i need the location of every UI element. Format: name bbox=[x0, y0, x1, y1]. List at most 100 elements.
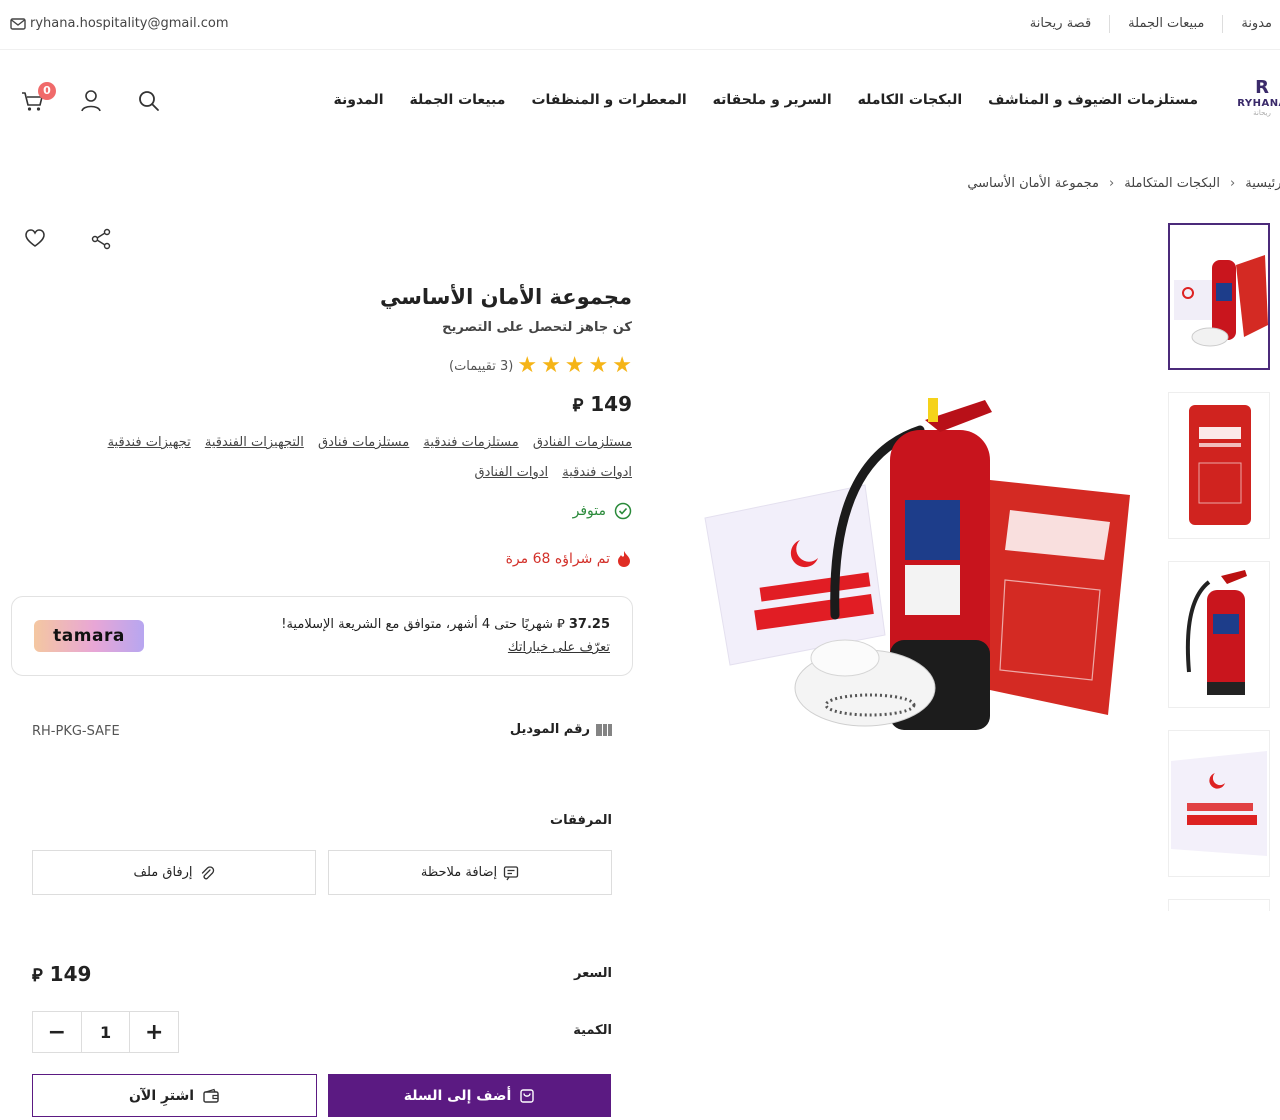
nav-item-blog[interactable]: المدونة bbox=[334, 92, 384, 108]
logo-name: RYHANA bbox=[1237, 98, 1280, 109]
fire-icon bbox=[618, 551, 630, 567]
quantity-row: الكمية − 1 + bbox=[32, 1011, 612, 1053]
nav-item-fresheners[interactable]: المعطرات و المنظفات bbox=[531, 92, 686, 108]
contact-email[interactable]: ryhana.hospitality@gmail.com bbox=[10, 16, 229, 31]
product-title: مجموعة الأمان الأساسي bbox=[380, 285, 632, 309]
purchase-price-value: 149 bbox=[49, 962, 92, 986]
star-icon: ★ bbox=[541, 353, 561, 378]
breadcrumb-packages[interactable]: البكجات المتكاملة bbox=[1124, 176, 1220, 191]
logo-mark: R bbox=[1255, 77, 1269, 98]
note-icon bbox=[504, 865, 519, 880]
nav-item-guest-supplies[interactable]: مستلزمات الضيوف و المناشف bbox=[988, 92, 1198, 108]
tag-link[interactable]: مستلزمات الفنادق bbox=[533, 435, 632, 450]
main-nav: مستلزمات الضيوف و المناشف البكجات الكامل… bbox=[334, 92, 1198, 108]
quantity-value[interactable]: 1 bbox=[82, 1012, 130, 1052]
top-bar: ryhana.hospitality@gmail.com مدونة مبيعا… bbox=[0, 0, 1280, 50]
safety-kit-image bbox=[704, 398, 1130, 730]
buy-now-button[interactable]: اشترِ الآن bbox=[32, 1074, 317, 1117]
search-button[interactable] bbox=[136, 88, 162, 114]
add-to-cart-label: أضف إلى السلة bbox=[403, 1087, 512, 1104]
nav-item-packages[interactable]: البكجات الكامله bbox=[858, 92, 963, 108]
star-icon: ★ bbox=[588, 353, 609, 378]
add-note-button[interactable]: إضافة ملاحظة bbox=[328, 850, 612, 895]
quantity-decrease-button[interactable]: − bbox=[33, 1012, 82, 1052]
tamara-amount: 37.25 bbox=[568, 617, 610, 632]
model-number-value: RH-PKG-SAFE bbox=[32, 724, 120, 739]
cart-button[interactable]: 0 bbox=[20, 82, 56, 114]
barcode-icon bbox=[596, 723, 612, 736]
wishlist-heart-icon[interactable] bbox=[24, 228, 46, 248]
add-to-cart-button[interactable]: أضف إلى السلة bbox=[328, 1074, 611, 1117]
riyal-icon: ⃁ bbox=[557, 617, 565, 632]
star-icon: ★ bbox=[564, 353, 585, 378]
nav-item-bedding[interactable]: السرير و ملحقاته bbox=[713, 92, 832, 108]
thumbnail-4[interactable] bbox=[1168, 730, 1270, 877]
attach-file-button[interactable]: إرفاق ملف bbox=[32, 850, 316, 895]
search-icon bbox=[139, 91, 159, 111]
breadcrumb-current: مجموعة الأمان الأساسي bbox=[967, 176, 1100, 191]
tag-link[interactable]: تجهيزات فندقية bbox=[108, 435, 191, 450]
sold-count: تم شراؤه 68 مرة bbox=[506, 550, 632, 568]
share-icon[interactable] bbox=[90, 228, 112, 250]
star-icon: ★ bbox=[612, 353, 632, 378]
rating-count: (3 تقييمات) bbox=[449, 358, 514, 374]
stock-status: متوفر bbox=[573, 502, 632, 520]
site-header: R RYHANA ريحانة مستلزمات الضيوف و المناش… bbox=[0, 50, 1280, 155]
thumbnail-1[interactable] bbox=[1168, 223, 1270, 370]
tag-link[interactable]: التجهيزات الفندقية bbox=[205, 435, 304, 450]
riyal-icon: ⃁ bbox=[572, 395, 584, 416]
purchase-price: 149 ⃁ bbox=[32, 962, 91, 986]
sold-text: تم شراؤه 68 مرة bbox=[505, 551, 610, 567]
bag-icon bbox=[520, 1088, 534, 1103]
product-main-image[interactable] bbox=[700, 390, 1140, 740]
tamara-installments-box: 37.25 ⃁ شهريًا حتى 4 أشهر، متوافق مع الش… bbox=[11, 596, 633, 676]
price-label: السعر bbox=[574, 966, 612, 981]
thumbnail-2[interactable] bbox=[1168, 392, 1270, 539]
price-value: 149 bbox=[590, 392, 632, 416]
product-rating[interactable]: ★ ★ ★ ★ ★ (3 تقييمات) bbox=[449, 355, 632, 377]
tag-link[interactable]: مستلزمات فنادق bbox=[318, 435, 409, 450]
tamara-description: شهريًا حتى 4 أشهر، متوافق مع الشريعة الإ… bbox=[281, 617, 553, 632]
user-icon bbox=[81, 90, 101, 112]
breadcrumb-separator: ‹ bbox=[1109, 176, 1115, 191]
logo-sub: ريحانة bbox=[1253, 109, 1271, 117]
quantity-stepper: − 1 + bbox=[32, 1011, 179, 1053]
tamara-logo: tamara bbox=[34, 620, 144, 652]
top-link-blog[interactable]: مدونة bbox=[1222, 15, 1280, 33]
tag-link[interactable]: ادوات الفنادق bbox=[475, 465, 549, 480]
site-logo[interactable]: R RYHANA ريحانة bbox=[1236, 77, 1280, 118]
quantity-increase-button[interactable]: + bbox=[129, 1012, 178, 1052]
product-thumbnail-image bbox=[1174, 255, 1268, 347]
top-link-story[interactable]: قصة ريحانة bbox=[1012, 15, 1109, 33]
tamara-text: 37.25 ⃁ شهريًا حتى 4 أشهر، متوافق مع الش… bbox=[281, 615, 610, 655]
attachments-title: المرفقات bbox=[550, 813, 612, 828]
model-number-label-text: رقم الموديل bbox=[509, 722, 590, 737]
mail-icon bbox=[10, 17, 26, 30]
model-number-row: رقم الموديل RH-PKG-SAFE bbox=[32, 722, 612, 744]
product-actions bbox=[24, 228, 112, 250]
wallet-icon bbox=[203, 1088, 219, 1103]
thumbnail-gallery bbox=[1168, 223, 1270, 911]
product-subtitle: كن جاهز لتحصل على التصريح bbox=[442, 320, 632, 335]
model-number-label: رقم الموديل bbox=[510, 722, 612, 737]
star-icon: ★ bbox=[517, 353, 538, 378]
account-button[interactable] bbox=[78, 88, 104, 114]
buy-now-label: اشترِ الآن bbox=[128, 1087, 195, 1104]
extinguisher-thumbnail-image bbox=[1185, 570, 1247, 695]
price-row: السعر 149 ⃁ bbox=[32, 962, 612, 986]
thumbnail-3[interactable] bbox=[1168, 561, 1270, 708]
breadcrumb: الرئيسية ‹ البكجات المتكاملة ‹ مجموعة ال… bbox=[967, 176, 1280, 191]
top-links: مدونة مبيعات الجملة قصة ريحانة bbox=[1012, 15, 1280, 33]
breadcrumb-home[interactable]: الرئيسية bbox=[1245, 176, 1280, 191]
tag-link[interactable]: مستلزمات فندقية bbox=[423, 435, 518, 450]
product-price: 149 ⃁ bbox=[573, 392, 632, 416]
nav-item-wholesale[interactable]: مبيعات الجملة bbox=[410, 92, 506, 108]
cart-count-badge: 0 bbox=[38, 82, 56, 100]
tag-link[interactable]: ادوات فندقية bbox=[562, 465, 632, 480]
riyal-icon: ⃁ bbox=[32, 965, 43, 986]
add-note-label: إضافة ملاحظة bbox=[420, 865, 498, 880]
top-link-wholesale[interactable]: مبيعات الجملة bbox=[1109, 15, 1222, 33]
thumbnail-5[interactable] bbox=[1168, 899, 1270, 911]
tamara-learn-more-link[interactable]: تعرّف على خياراتك bbox=[281, 640, 610, 655]
fire-blanket-thumbnail-image bbox=[1189, 405, 1251, 525]
